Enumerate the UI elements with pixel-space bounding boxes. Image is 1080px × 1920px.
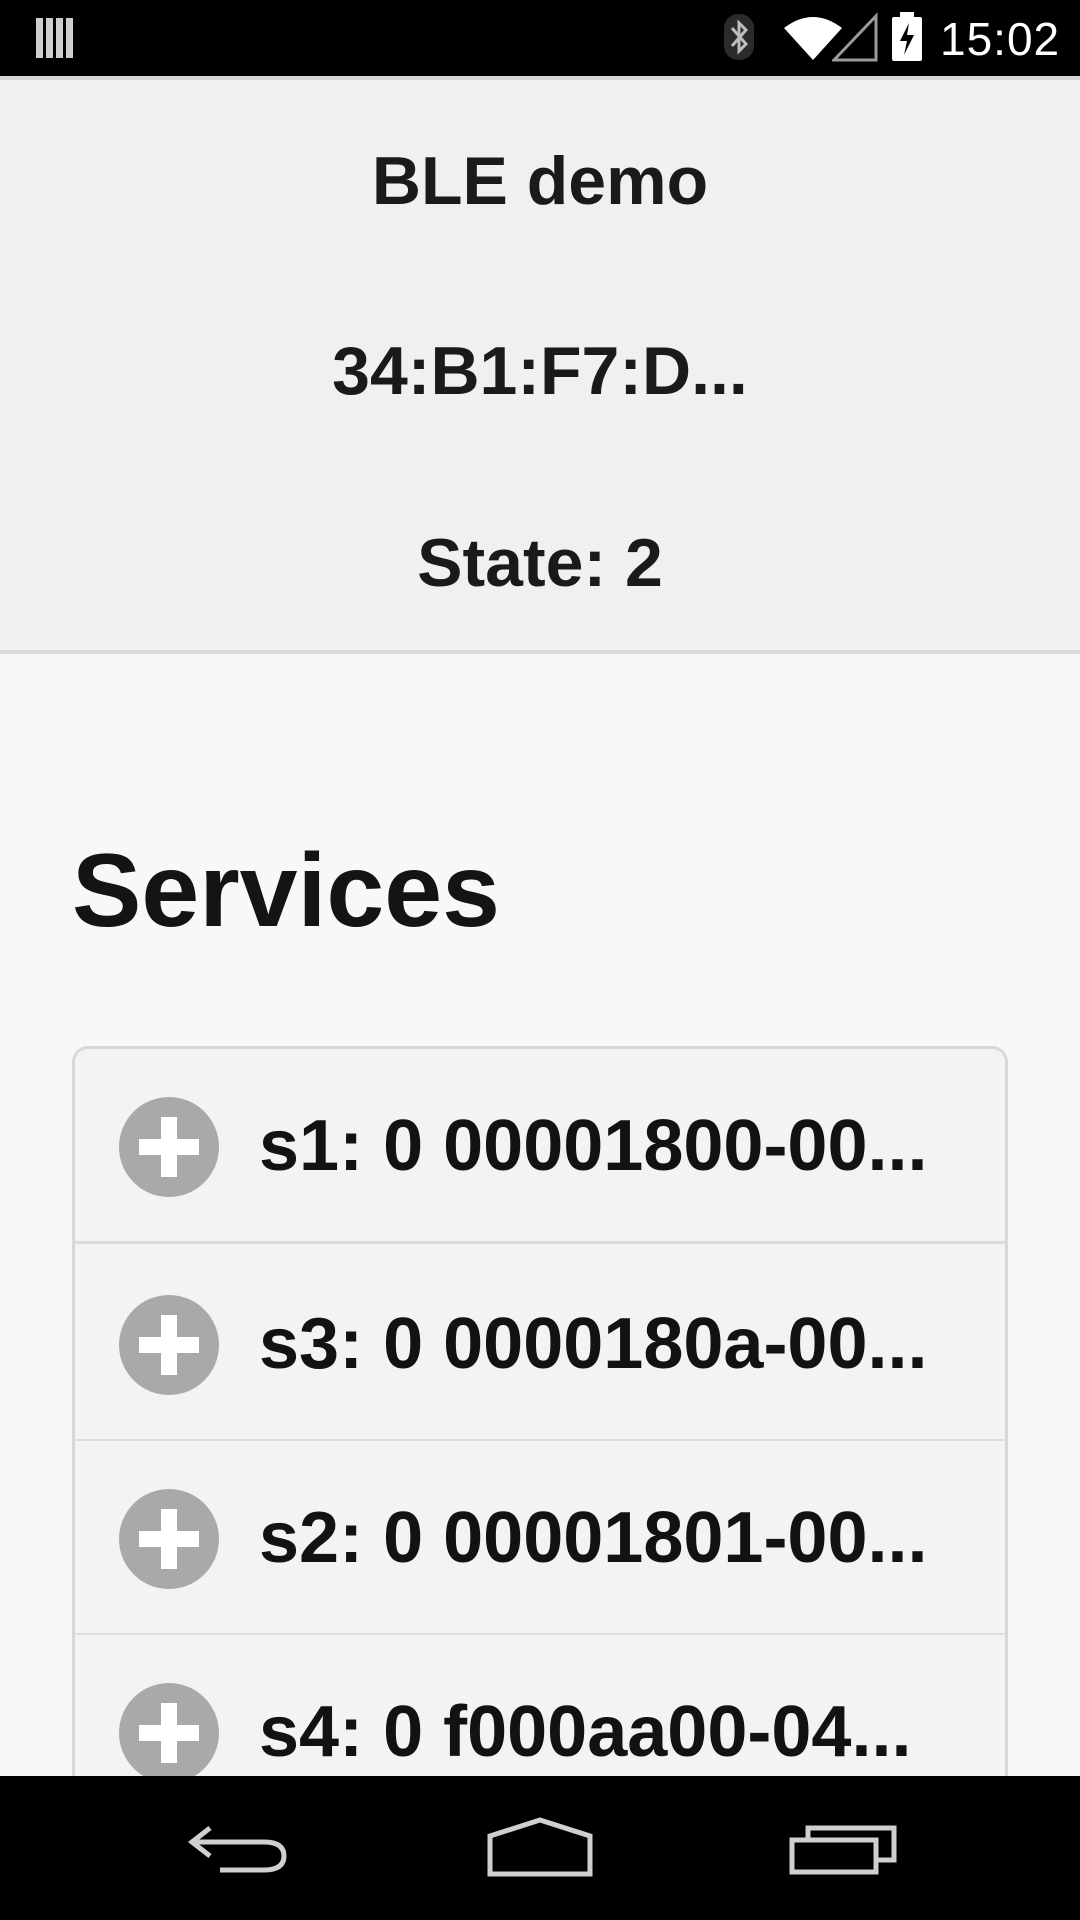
status-clock: 15:02	[940, 13, 1061, 65]
connection-state: State: 2	[417, 525, 663, 601]
status-bar: 15:02	[0, 0, 1080, 76]
navigation-bar	[0, 1776, 1080, 1920]
service-item[interactable]: s1: 0 00001800-00...	[75, 1049, 1005, 1244]
app-title: BLE demo	[371, 143, 709, 219]
service-item[interactable]: s2: 0 00001801-00...	[75, 1441, 1005, 1636]
device-address: 34:B1:F7:D...	[332, 333, 748, 409]
cell-signal-icon	[832, 12, 878, 62]
back-icon[interactable]	[180, 1806, 300, 1890]
service-list: s1: 0 00001800-00... s3: 0 0000180a-00..…	[72, 1046, 1008, 1846]
screen: 15:02 BLE demo 34:B1:F7:D... State: 2 Se…	[0, 0, 1080, 1920]
expand-plus-icon[interactable]	[119, 1097, 219, 1197]
sim-card-icon	[36, 18, 73, 58]
service-label: s3: 0 0000180a-00...	[259, 1304, 928, 1384]
expand-plus-icon[interactable]	[119, 1489, 219, 1589]
expand-plus-icon[interactable]	[119, 1683, 219, 1783]
device-header: BLE demo 34:B1:F7:D... State: 2	[0, 76, 1080, 654]
service-item[interactable]: s3: 0 0000180a-00...	[75, 1247, 1005, 1442]
bluetooth-icon	[724, 14, 754, 60]
service-label: s1: 0 00001800-00...	[259, 1106, 928, 1186]
expand-plus-icon[interactable]	[119, 1295, 219, 1395]
services-heading: Services	[72, 833, 500, 949]
home-icon[interactable]	[480, 1806, 600, 1890]
service-label: s4: 0 f000aa00-04...	[259, 1692, 912, 1772]
recents-icon[interactable]	[784, 1806, 904, 1890]
service-label: s2: 0 00001801-00...	[259, 1498, 928, 1578]
battery-charging-icon	[892, 12, 922, 61]
